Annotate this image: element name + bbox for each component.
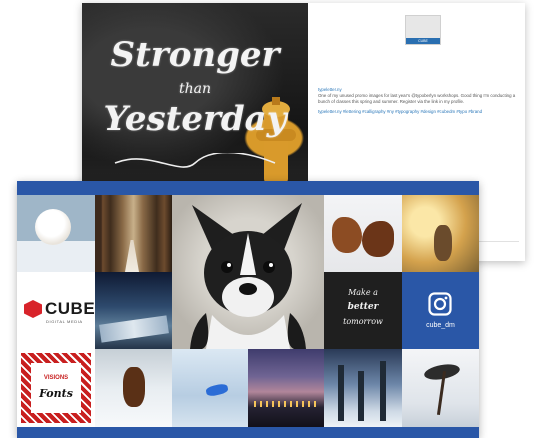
grid-tile-labrador[interactable] (95, 349, 172, 427)
snow-bank (99, 315, 169, 343)
grid-tile-bird[interactable] (17, 195, 95, 272)
grid-tile-night-trees[interactable] (95, 272, 172, 349)
grid-tile-night-city[interactable] (248, 349, 324, 427)
forest-path (125, 240, 139, 272)
tree-trunk (380, 361, 386, 421)
boston-terrier-illustration (190, 203, 306, 349)
poster-line-2: Fonts (39, 387, 73, 400)
poster-inner: VISIONS Fonts (31, 363, 81, 413)
cube-brand-tagline: DIGITAL MEDIA (46, 319, 83, 324)
grid-tile-poster[interactable]: VISIONS Fonts (17, 349, 95, 427)
instagram-icon (428, 292, 452, 316)
lettering-swirl (114, 153, 276, 168)
labrador (123, 367, 145, 407)
grid-tile-instagram[interactable]: cube_dm (402, 272, 479, 349)
meerkat (434, 225, 452, 261)
grid-tile-cube-logo[interactable]: CUBE DIGITAL MEDIA (17, 272, 95, 349)
post-photo[interactable]: Stronger than Yesterday (82, 3, 308, 183)
grid-bottom-bar (17, 427, 479, 438)
grid-tile-boston-terrier[interactable] (172, 195, 324, 349)
avatar-badge: CUBE (406, 38, 440, 44)
lettering-line-2: than (178, 81, 211, 97)
grid-top-bar (17, 181, 479, 195)
cube-hexagon-icon (24, 300, 42, 318)
cube-brand-name: CUBE (45, 299, 95, 318)
instagram-handle[interactable]: cube_dm (402, 322, 479, 329)
lettering-line-1: Stronger (110, 35, 280, 75)
grid-tile-forest-path[interactable] (95, 195, 172, 272)
grid-tile-meerkat[interactable] (402, 195, 479, 272)
poster-line-1: VISIONS (43, 375, 69, 381)
white-bird (35, 209, 71, 245)
script-line-3: tomorrow (343, 317, 383, 326)
city-lights (254, 401, 318, 407)
grid-tile-snowy-forest[interactable] (324, 349, 402, 427)
grid-tile-horses[interactable] (324, 195, 402, 272)
horse-left (332, 217, 362, 253)
post-lettering: Stronger than Yesterday (100, 13, 290, 178)
script-line-2: better (347, 302, 379, 312)
horse-right (362, 221, 394, 257)
post-hashtags[interactable]: typeletter.ny #lettering #calligraphy #n… (318, 109, 518, 115)
script-line-1: Make a (348, 288, 378, 297)
tree-trunk (338, 365, 344, 421)
post-caption-block: typeletter.ny One of my unused promo ima… (318, 87, 518, 115)
tree-trunk (358, 371, 364, 421)
lettering-line-3: Yesterday (103, 99, 287, 139)
instagram-profile-grid: CUBE DIGITAL MEDIA Make a better tomorro… (17, 181, 479, 438)
post-caption: One of my unused promo images for last y… (318, 93, 516, 104)
profile-avatar[interactable]: CUBE (405, 15, 441, 45)
skate-blade (205, 382, 229, 398)
cube-logo: CUBE DIGITAL MEDIA (24, 297, 95, 327)
grid-tile-script-lettering[interactable]: Make a better tomorrow (324, 272, 402, 349)
grid-tile-ice-skate[interactable] (172, 349, 248, 427)
grid-tile-lone-pine[interactable] (402, 349, 479, 427)
